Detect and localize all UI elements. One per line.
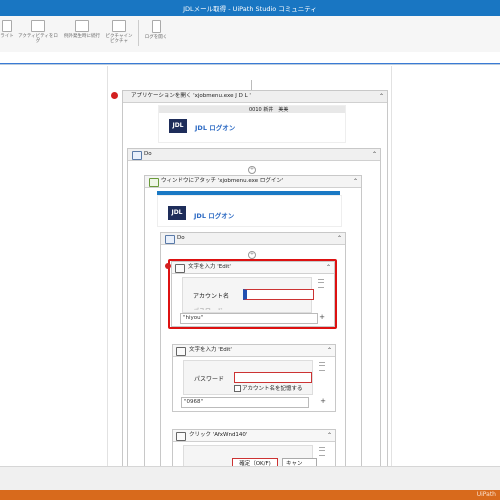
app-title-label: JDL ログオン (195, 124, 236, 132)
type-into-password-activity[interactable]: 文字を入力 'Edit' ⌃ パスワード アカウント名を記憶する "0968" … (172, 344, 336, 412)
menu-icon[interactable] (319, 362, 325, 371)
activity-title: ウィンドウにアタッチ 'xjobmenu.exe ログイン' (161, 178, 284, 184)
canvas-guide (391, 66, 392, 466)
collapse-icon[interactable]: ⌃ (327, 345, 332, 356)
click-activity[interactable]: クリック 'AfxWnd140' ⌃ 確定（OK/F) キャン (172, 429, 336, 470)
click-icon (176, 432, 186, 441)
app-toolbar-text: 0010 新井 美美 (249, 107, 289, 113)
status-bar: UiPath (0, 490, 500, 500)
collapse-icon[interactable]: ⌃ (372, 149, 377, 160)
tab-underline (0, 63, 500, 64)
activity-header: アプリケーションを開く 'xjobmenu.exe J D L ' ⌃ (123, 91, 387, 103)
activity-title: クリック 'AfxWnd140' (189, 432, 248, 438)
ribbon-separator (138, 20, 139, 46)
app-title-label: JDL ログオン (194, 212, 235, 220)
menu-icon[interactable] (319, 447, 325, 456)
ribbon-button-continue-on-exception[interactable]: 例外発生時に続行 (60, 20, 104, 39)
app-screenshot: 0010 新井 美美 JDL JDL ログオン (158, 105, 346, 143)
ribbon-button-picture-in-picture[interactable]: ピクチャインピクチャ (104, 20, 134, 44)
ribbon-button-light[interactable]: ライト (0, 20, 14, 39)
sequence-header: Do ⌃ (161, 233, 345, 245)
activity-title: アプリケーションを開く 'xjobmenu.exe J D L ' (131, 93, 251, 99)
continue-icon (75, 20, 89, 32)
text-input[interactable]: "0968" (181, 397, 309, 408)
jdl-logo: JDL (168, 206, 186, 220)
ribbon-label: アクティビティをログ (18, 34, 58, 44)
activity-header: 文字を入力 'Edit' ⌃ (173, 345, 335, 357)
ribbon: ライト アクティビティをログ 例外発生時に続行 ピクチャインピクチャ ログを開く (0, 16, 500, 53)
title-bar: JDLメール取得 - UiPath Studio コミュニティ (0, 0, 500, 16)
open-logs-icon (151, 20, 161, 33)
sequence-title: Do (144, 151, 152, 157)
field-label: パスワード (194, 376, 225, 383)
breakpoint-icon[interactable] (165, 263, 171, 269)
plus-icon[interactable]: + (319, 397, 327, 406)
light-icon (2, 20, 12, 32)
canvas-guide (107, 66, 108, 466)
ribbon-button-open-logs[interactable]: ログを開く (142, 20, 170, 40)
collapse-icon[interactable]: ⌃ (327, 430, 332, 441)
picture-in-picture-icon (112, 20, 126, 32)
ribbon-button-log-activities[interactable]: アクティビティをログ (18, 20, 58, 44)
checkbox-label: アカウント名を記憶する (242, 386, 303, 392)
tab-strip (0, 52, 500, 65)
window-screenshot: JDL JDL ログオン (157, 195, 342, 227)
flow-arrow (251, 80, 252, 90)
sequence-title: Do (177, 235, 185, 241)
breakpoint-icon[interactable] (111, 92, 118, 99)
collapse-icon[interactable]: ⌃ (353, 176, 358, 187)
app-toolbar: 0010 新井 美美 (159, 106, 345, 113)
ribbon-label: 例外発生時に続行 (64, 34, 100, 39)
element-screenshot: 確定（OK/F) キャン (183, 445, 317, 470)
sequence-icon (165, 235, 175, 244)
ribbon-label: ログを開く (144, 35, 168, 40)
add-activity-icon[interactable]: + (248, 166, 256, 174)
sequence-header: Do ⌃ (128, 149, 380, 161)
element-screenshot: パスワード アカウント名を記憶する (183, 360, 313, 395)
status-text: UiPath (476, 491, 496, 498)
password-field-preview (234, 372, 312, 383)
checkbox-preview (234, 385, 241, 392)
selection-highlight (168, 259, 337, 329)
activity-header: ウィンドウにアタッチ 'xjobmenu.exe ログイン' ⌃ (145, 176, 361, 188)
type-into-icon (176, 347, 186, 356)
add-activity-icon[interactable]: + (248, 251, 256, 259)
attach-window-icon (149, 178, 159, 187)
log-activities-icon (31, 20, 45, 32)
activity-header: クリック 'AfxWnd140' ⌃ (173, 430, 335, 442)
window-title: JDLメール取得 - UiPath Studio コミュニティ (183, 5, 317, 13)
collapse-icon[interactable]: ⌃ (379, 91, 384, 102)
output-panel-bar (0, 466, 500, 491)
ribbon-label: ライト (0, 34, 14, 39)
ribbon-label: ピクチャインピクチャ (105, 34, 133, 44)
jdl-logo: JDL (169, 119, 187, 133)
sequence-icon (132, 151, 142, 160)
activity-title: 文字を入力 'Edit' (189, 347, 232, 353)
collapse-icon[interactable]: ⌃ (337, 233, 342, 244)
